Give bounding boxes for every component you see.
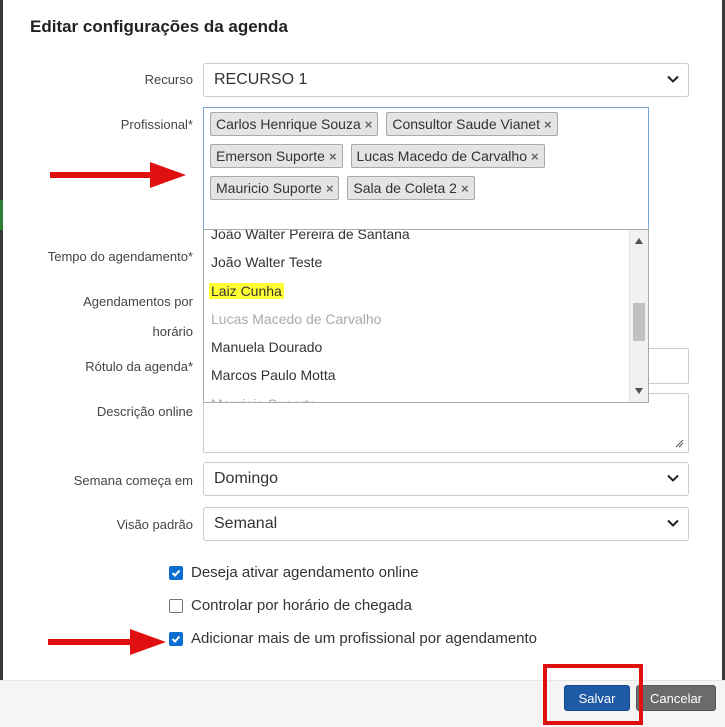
tag-remove-icon[interactable]: ×	[544, 117, 552, 132]
checkbox-label: Adicionar mais de um profissional por ag…	[191, 630, 538, 647]
semana-select[interactable]: Domingo	[203, 462, 689, 496]
highlighted-option: Laiz Cunha	[209, 282, 284, 299]
checkbox-arrival[interactable]	[169, 598, 183, 613]
selected-tag: Emerson Suporte ×	[210, 144, 343, 168]
tag-remove-icon[interactable]: ×	[326, 181, 334, 196]
resize-handle-icon[interactable]	[674, 438, 684, 448]
annotation-arrow-icon	[48, 629, 166, 655]
profissional-dropdown-list[interactable]: João Walter Pereira de Santana João Walt…	[203, 229, 649, 403]
tag-remove-icon[interactable]: ×	[461, 181, 469, 196]
scroll-thumb[interactable]	[633, 303, 645, 341]
checkbox-online[interactable]	[169, 565, 183, 580]
descricao-label: Descrição online	[96, 404, 193, 419]
tag-label: Carlos Henrique Souza	[216, 116, 361, 132]
check-icon	[171, 569, 181, 577]
annotation-highlight-box	[543, 664, 643, 725]
tag-label: Lucas Macedo de Carvalho	[356, 148, 527, 164]
chevron-down-icon	[667, 75, 679, 83]
dialog-title: Editar configurações da agenda	[30, 17, 288, 36]
selected-tag: Mauricio Suporte ×	[210, 176, 340, 200]
visao-label: Visão padrão	[116, 517, 193, 532]
list-item[interactable]: Manuela Dourado	[204, 333, 631, 361]
recurso-label: Recurso	[144, 72, 193, 87]
selected-tag: Lucas Macedo de Carvalho ×	[350, 144, 545, 168]
checkbox-row[interactable]: Controlar por horário de chegada	[169, 597, 412, 614]
visao-value: Semanal	[214, 515, 278, 532]
checkbox-row[interactable]: Adicionar mais de um profissional por ag…	[169, 630, 537, 647]
list-item[interactable]: João Walter Teste	[204, 248, 631, 276]
tag-remove-icon[interactable]: ×	[365, 117, 373, 132]
profissional-label: Profissional*	[120, 117, 193, 132]
semana-label: Semana começa em	[73, 473, 193, 488]
tag-label: Emerson Suporte	[216, 148, 325, 164]
cancel-button[interactable]: Cancelar	[636, 685, 716, 711]
checkbox-row[interactable]: Deseja ativar agendamento online	[169, 564, 419, 581]
selected-tag: Sala de Coleta 2 ×	[347, 176, 475, 200]
chevron-down-icon	[667, 519, 679, 527]
check-icon	[171, 635, 181, 643]
tag-label: Consultor Saude Vianet	[392, 116, 540, 132]
semana-value: Domingo	[214, 470, 279, 487]
profissional-multiselect[interactable]: Carlos Henrique Souza × Consultor Saude V…	[203, 107, 649, 230]
tag-remove-icon[interactable]: ×	[329, 149, 337, 164]
tag-label: Sala de Coleta 2	[353, 180, 457, 196]
tempo-label: Tempo do agendamento*	[47, 249, 193, 264]
list-item: Mauricio Suporte	[204, 390, 631, 402]
background-strip-left	[0, 0, 3, 727]
rotulo-label: Rótulo da agenda*	[85, 359, 193, 374]
list-item[interactable]: João Walter Pereira de Santana	[204, 230, 631, 248]
recurso-value: RECURSO 1	[214, 71, 308, 88]
checkbox-label: Deseja ativar agendamento online	[191, 564, 419, 581]
edit-schedule-dialog: Editar configurações da agenda Recurso R…	[0, 0, 725, 727]
annotation-arrow-icon	[50, 162, 186, 188]
recurso-select[interactable]: RECURSO 1	[203, 63, 689, 97]
scroll-down-icon[interactable]	[635, 388, 643, 394]
selected-tag: Carlos Henrique Souza ×	[210, 112, 379, 136]
checkbox-label: Controlar por horário de chegada	[191, 597, 412, 614]
dropdown-scrollbar[interactable]	[629, 230, 648, 402]
chevron-down-icon	[667, 474, 679, 482]
visao-select[interactable]: Semanal	[203, 507, 689, 541]
scroll-up-icon[interactable]	[635, 238, 643, 244]
agendamentos-label: Agendamentos por horário	[83, 294, 193, 339]
tag-remove-icon[interactable]: ×	[531, 149, 539, 164]
tag-label: Mauricio Suporte	[216, 180, 322, 196]
list-item[interactable]: Marcos Paulo Motta	[204, 361, 631, 389]
checkbox-multi-professional[interactable]	[169, 631, 183, 646]
selected-tag: Consultor Saude Vianet ×	[386, 112, 558, 136]
list-item[interactable]: Laiz Cunha	[204, 277, 631, 305]
list-item: Lucas Macedo de Carvalho	[211, 310, 382, 327]
